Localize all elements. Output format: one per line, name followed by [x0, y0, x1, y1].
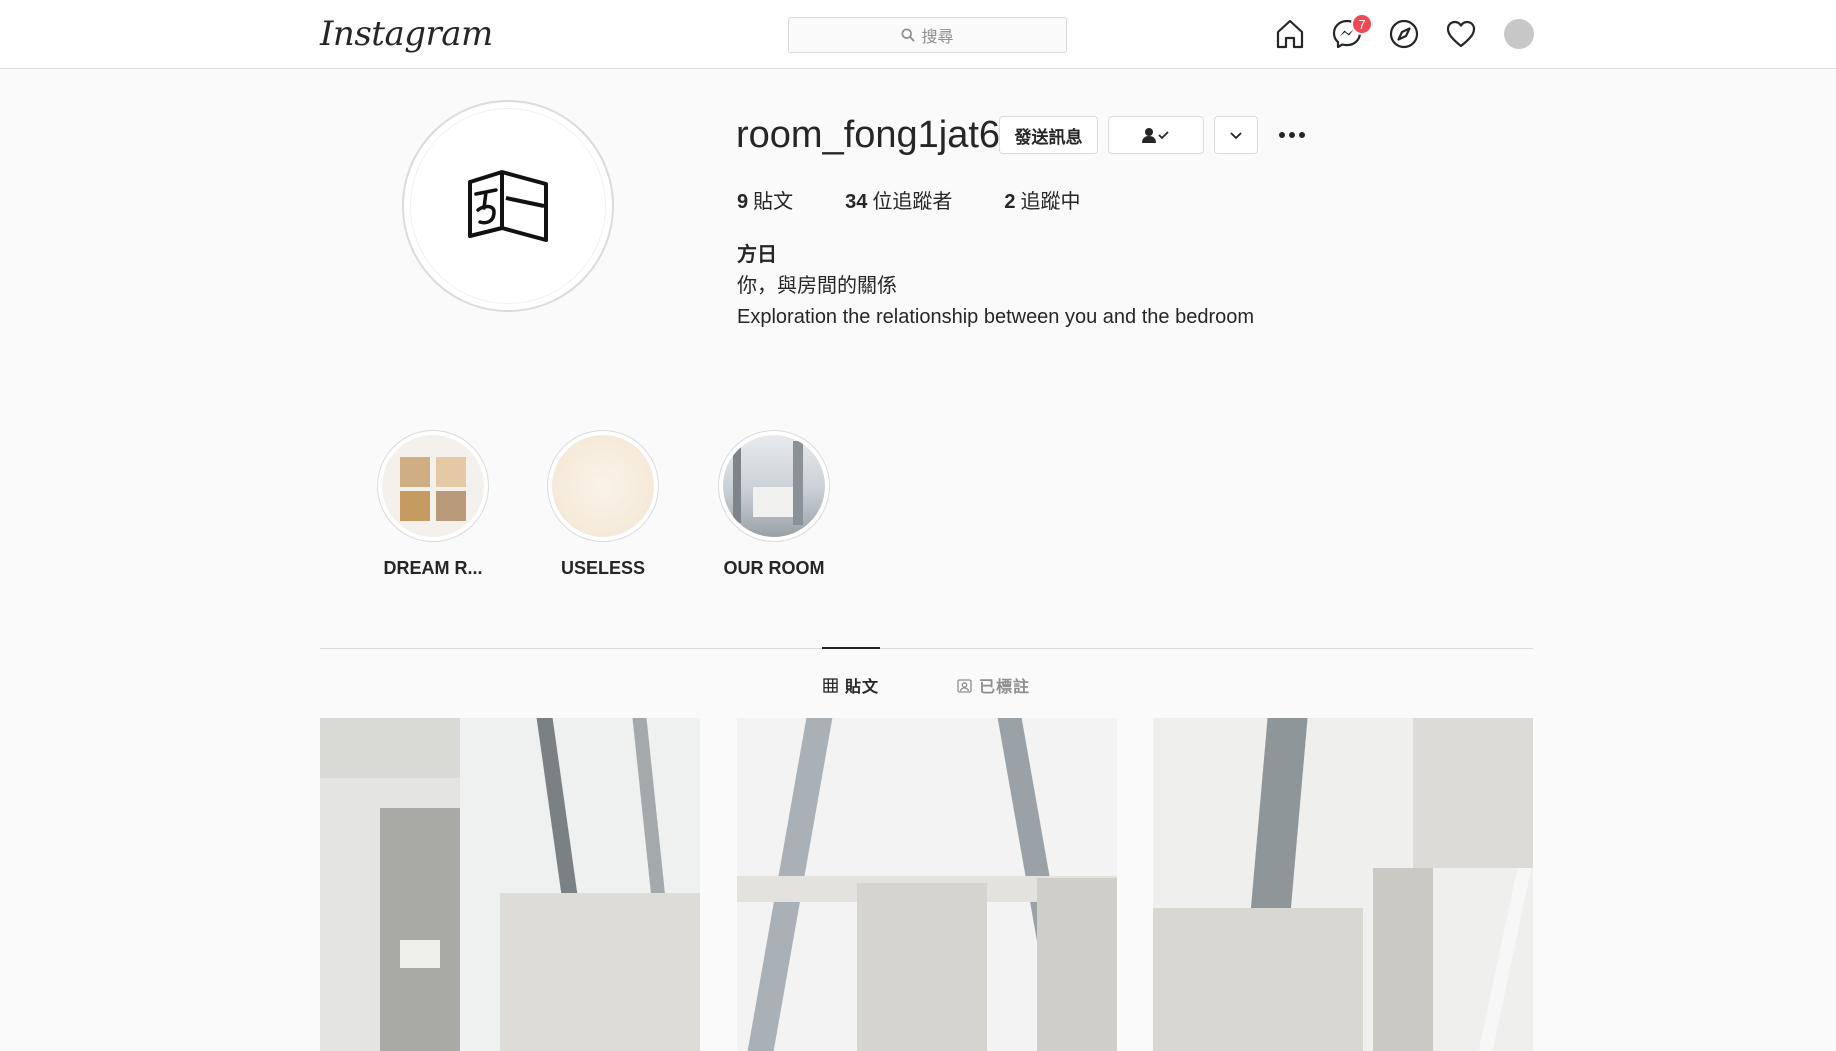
room-logo-icon [468, 170, 548, 242]
following-count-value: 2 [1004, 191, 1016, 213]
highlight-thumbnail-ring [547, 430, 659, 542]
highlight-thumbnail [552, 435, 654, 537]
active-tab-indicator [822, 647, 880, 649]
highlight-our-room[interactable]: OUR ROOM [714, 430, 834, 579]
post-thumbnail[interactable] [737, 718, 1117, 1051]
followers-count-value: 34 [845, 191, 868, 213]
tab-tagged[interactable]: 已標註 [957, 673, 1030, 697]
home-icon[interactable] [1272, 16, 1308, 52]
tab-posts-label: 貼文 [845, 679, 880, 696]
bio-line-2: Exploration the relationship between you… [737, 306, 1255, 328]
highlight-dream-room[interactable]: DREAM R... [373, 430, 493, 579]
grid-icon [823, 677, 838, 693]
tagged-person-icon [957, 678, 972, 693]
tabs-divider [320, 648, 1533, 649]
highlight-thumbnail-ring [377, 430, 489, 542]
search-input[interactable]: 搜尋 [788, 17, 1067, 53]
profile-avatar[interactable] [1504, 19, 1534, 49]
posts-count-value: 9 [737, 191, 749, 213]
instagram-logo[interactable]: Instagram [320, 14, 493, 54]
top-nav: Instagram 搜尋 7 [0, 0, 1836, 69]
chevron-down-icon [1230, 132, 1242, 140]
highlight-label: OUR ROOM [723, 558, 825, 578]
messages-badge: 7 [1351, 13, 1373, 35]
followers-count-label: 位追蹤者 [872, 191, 953, 213]
send-message-button[interactable]: 發送訊息 [999, 116, 1098, 154]
person-check-icon [1142, 128, 1169, 143]
post-thumbnail[interactable] [320, 718, 700, 1051]
explore-icon[interactable] [1386, 16, 1422, 52]
tab-tagged-label: 已標註 [979, 679, 1031, 696]
posts-count-label: 貼文 [753, 191, 794, 213]
profile-bio: 方日 你，與房間的關係 Exploration the relationship… [737, 240, 1254, 333]
profile-logo [410, 108, 606, 304]
more-options-icon[interactable] [1276, 120, 1308, 150]
highlight-label: DREAM R... [383, 558, 483, 578]
followers-count[interactable]: 34 位追蹤者 [845, 185, 952, 214]
bio-line-1: 你，與房間的關係 [737, 275, 897, 297]
highlight-label: USELESS [560, 558, 646, 578]
search-icon [901, 28, 916, 42]
following-count[interactable]: 2 追蹤中 [1004, 185, 1080, 214]
messenger-icon[interactable]: 7 [1329, 13, 1373, 52]
profile-username: room_fong1jat6 [736, 114, 1001, 156]
post-thumbnail[interactable] [1153, 718, 1533, 1051]
profile-full-name: 方日 [737, 244, 777, 266]
tab-posts[interactable]: 貼文 [823, 673, 879, 697]
profile-stats: 9 貼文 34 位追蹤者 2 追蹤中 [737, 185, 1133, 214]
highlight-thumbnail [382, 435, 484, 537]
search-placeholder: 搜尋 [921, 29, 954, 46]
profile-picture[interactable] [402, 100, 614, 312]
suggestions-dropdown-button[interactable] [1214, 116, 1258, 154]
following-button[interactable] [1108, 116, 1204, 154]
highlight-thumbnail [723, 435, 825, 537]
highlight-useless[interactable]: USELESS [543, 430, 663, 579]
following-count-label: 追蹤中 [1020, 191, 1081, 213]
posts-count: 9 貼文 [737, 185, 793, 214]
activity-heart-icon[interactable] [1443, 16, 1479, 52]
highlight-thumbnail-ring [718, 430, 830, 542]
